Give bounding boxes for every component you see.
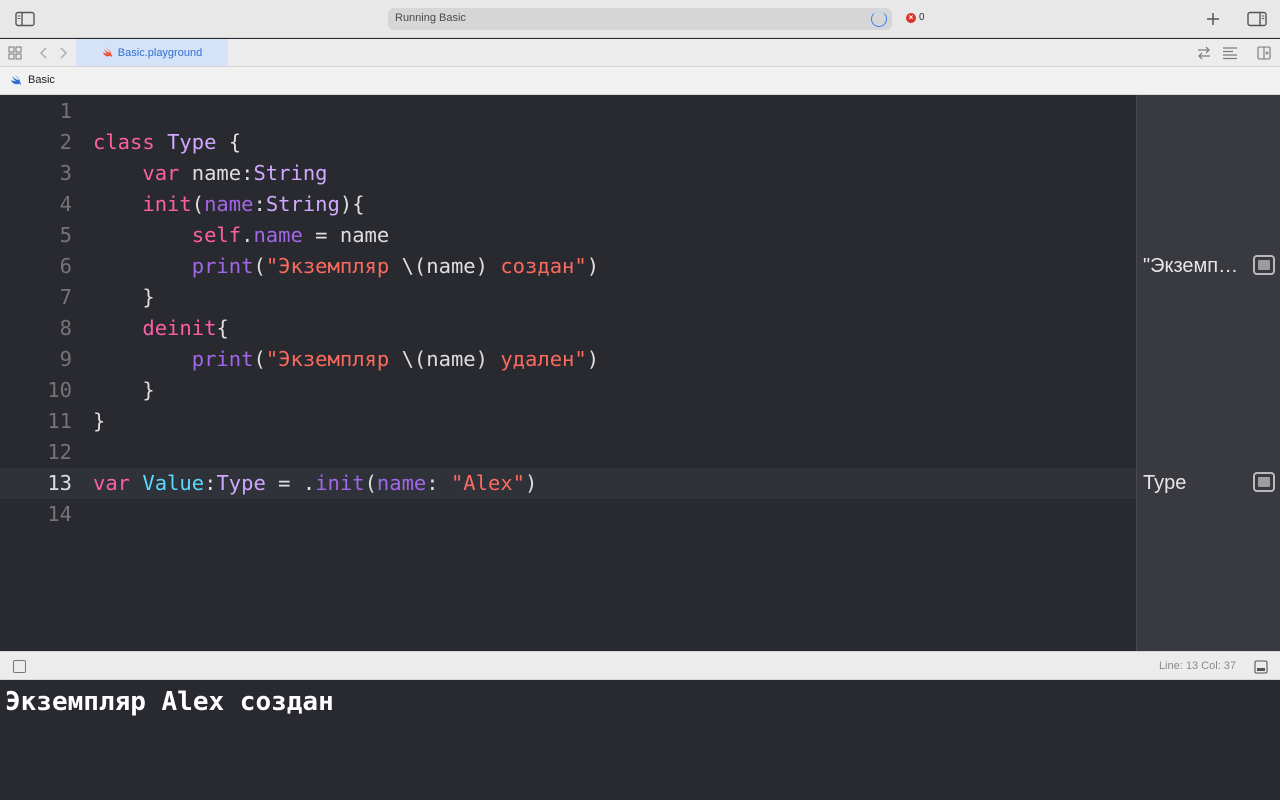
add-editor-icon[interactable] bbox=[1257, 46, 1271, 65]
sidebar-left-icon[interactable] bbox=[14, 8, 36, 30]
code-line[interactable]: 13 var Value:Type = .init(name: "Alex") bbox=[0, 468, 1136, 499]
code-text: } bbox=[93, 285, 155, 309]
line-number: 2 bbox=[59, 130, 72, 154]
line-number: 8 bbox=[59, 316, 72, 340]
line-number: 14 bbox=[47, 502, 72, 526]
code-line[interactable]: 7 } bbox=[0, 282, 1136, 313]
error-indicator[interactable]: × 0 bbox=[906, 12, 925, 23]
cursor-position: Line: 13 Col: 37 bbox=[1158, 660, 1236, 672]
console-output[interactable]: Экземпляр Alex создан bbox=[0, 680, 1280, 800]
code-line[interactable]: 12 bbox=[0, 437, 1136, 468]
grid-icon[interactable] bbox=[8, 46, 22, 65]
chevron-left-icon[interactable] bbox=[38, 46, 50, 65]
code-line[interactable]: 9 print("Экземпляр \(name) удален") bbox=[0, 344, 1136, 375]
code-line[interactable]: 6 print("Экземпляр \(name) создан") bbox=[0, 251, 1136, 282]
line-number: 6 bbox=[59, 254, 72, 278]
tab-label: Basic.playground bbox=[117, 46, 203, 59]
code-line[interactable]: 1 bbox=[0, 96, 1136, 127]
chevron-right-icon[interactable] bbox=[57, 46, 69, 65]
swift-icon bbox=[102, 47, 112, 58]
toolbar: Running Basic × 0 bbox=[0, 0, 1280, 38]
line-number: 13 bbox=[47, 471, 72, 495]
code-text: } bbox=[93, 409, 106, 433]
code-text: } bbox=[93, 378, 155, 402]
line-number: 12 bbox=[47, 440, 72, 464]
line-number: 5 bbox=[59, 223, 72, 247]
quick-look-icon[interactable] bbox=[1253, 472, 1275, 492]
code-line[interactable]: 11} bbox=[0, 406, 1136, 437]
code-text: class Type { bbox=[93, 130, 242, 154]
line-number: 3 bbox=[59, 161, 72, 185]
code-text: print("Экземпляр \(name) создан") bbox=[191, 254, 600, 278]
console-line: Экземпляр Alex создан bbox=[5, 687, 334, 717]
code-line[interactable]: 10 } bbox=[0, 375, 1136, 406]
code-line[interactable]: 4 init(name:String){ bbox=[0, 189, 1136, 220]
code-line[interactable]: 14 bbox=[0, 499, 1136, 530]
result-line-13[interactable]: Type bbox=[1143, 467, 1275, 498]
line-number: 1 bbox=[59, 99, 72, 123]
code-line[interactable]: 2 class Type { bbox=[0, 127, 1136, 158]
debug-area-icon[interactable] bbox=[1254, 660, 1268, 679]
debug-area-icon[interactable] bbox=[13, 660, 26, 673]
tab-basic-playground[interactable]: Basic.playground bbox=[76, 39, 228, 66]
results-sidebar: "Экземпляр Alex создан\n" Type bbox=[1136, 95, 1280, 651]
code-text: init(name:String){ bbox=[142, 192, 365, 216]
line-number: 11 bbox=[47, 409, 72, 433]
sidebar-right-icon[interactable] bbox=[1246, 8, 1268, 30]
code-text: deinit{ bbox=[142, 316, 229, 340]
arrows-icon[interactable] bbox=[1196, 46, 1212, 65]
source-editor[interactable]: 1 2 class Type {3 var name:String 4 init(na… bbox=[0, 95, 1136, 651]
activity-status-text: Running Basic bbox=[395, 12, 466, 24]
lines-icon[interactable] bbox=[1222, 46, 1238, 65]
code-text: var Value:Type = .init(name: "Alex") bbox=[93, 471, 538, 495]
jump-bar: Basic bbox=[0, 67, 1280, 95]
code-line[interactable]: 5 self.name = name bbox=[0, 220, 1136, 251]
code-text: var name:String bbox=[142, 161, 328, 185]
result-line-6[interactable]: "Экземпляр Alex создан\n" bbox=[1143, 250, 1275, 281]
quick-look-icon[interactable] bbox=[1253, 255, 1275, 275]
code-text: print("Экземпляр \(name) удален") bbox=[191, 347, 600, 371]
swift-icon bbox=[11, 75, 21, 85]
code-text: self.name = name bbox=[191, 223, 390, 247]
error-count: 0 bbox=[919, 12, 925, 23]
code-line[interactable]: 3 var name:String bbox=[0, 158, 1136, 189]
error-icon: × bbox=[906, 12, 916, 23]
progress-spinner-icon bbox=[871, 11, 887, 27]
activity-viewer[interactable]: Running Basic bbox=[388, 8, 892, 30]
line-number: 4 bbox=[59, 192, 72, 216]
debug-bar: Line: 13 Col: 37 bbox=[0, 651, 1280, 680]
line-number: 7 bbox=[59, 285, 72, 309]
result-value: "Экземпляр Alex создан\n" bbox=[1143, 255, 1243, 277]
breadcrumb-label: Basic bbox=[28, 74, 55, 86]
breadcrumb[interactable]: Basic bbox=[10, 74, 55, 86]
line-number: 10 bbox=[47, 378, 72, 402]
plus-icon[interactable] bbox=[1202, 8, 1224, 30]
tab-bar: Basic.playground bbox=[0, 39, 1280, 67]
line-number: 9 bbox=[59, 347, 72, 371]
result-value: Type bbox=[1143, 472, 1187, 494]
code-line[interactable]: 8 deinit{ bbox=[0, 313, 1136, 344]
